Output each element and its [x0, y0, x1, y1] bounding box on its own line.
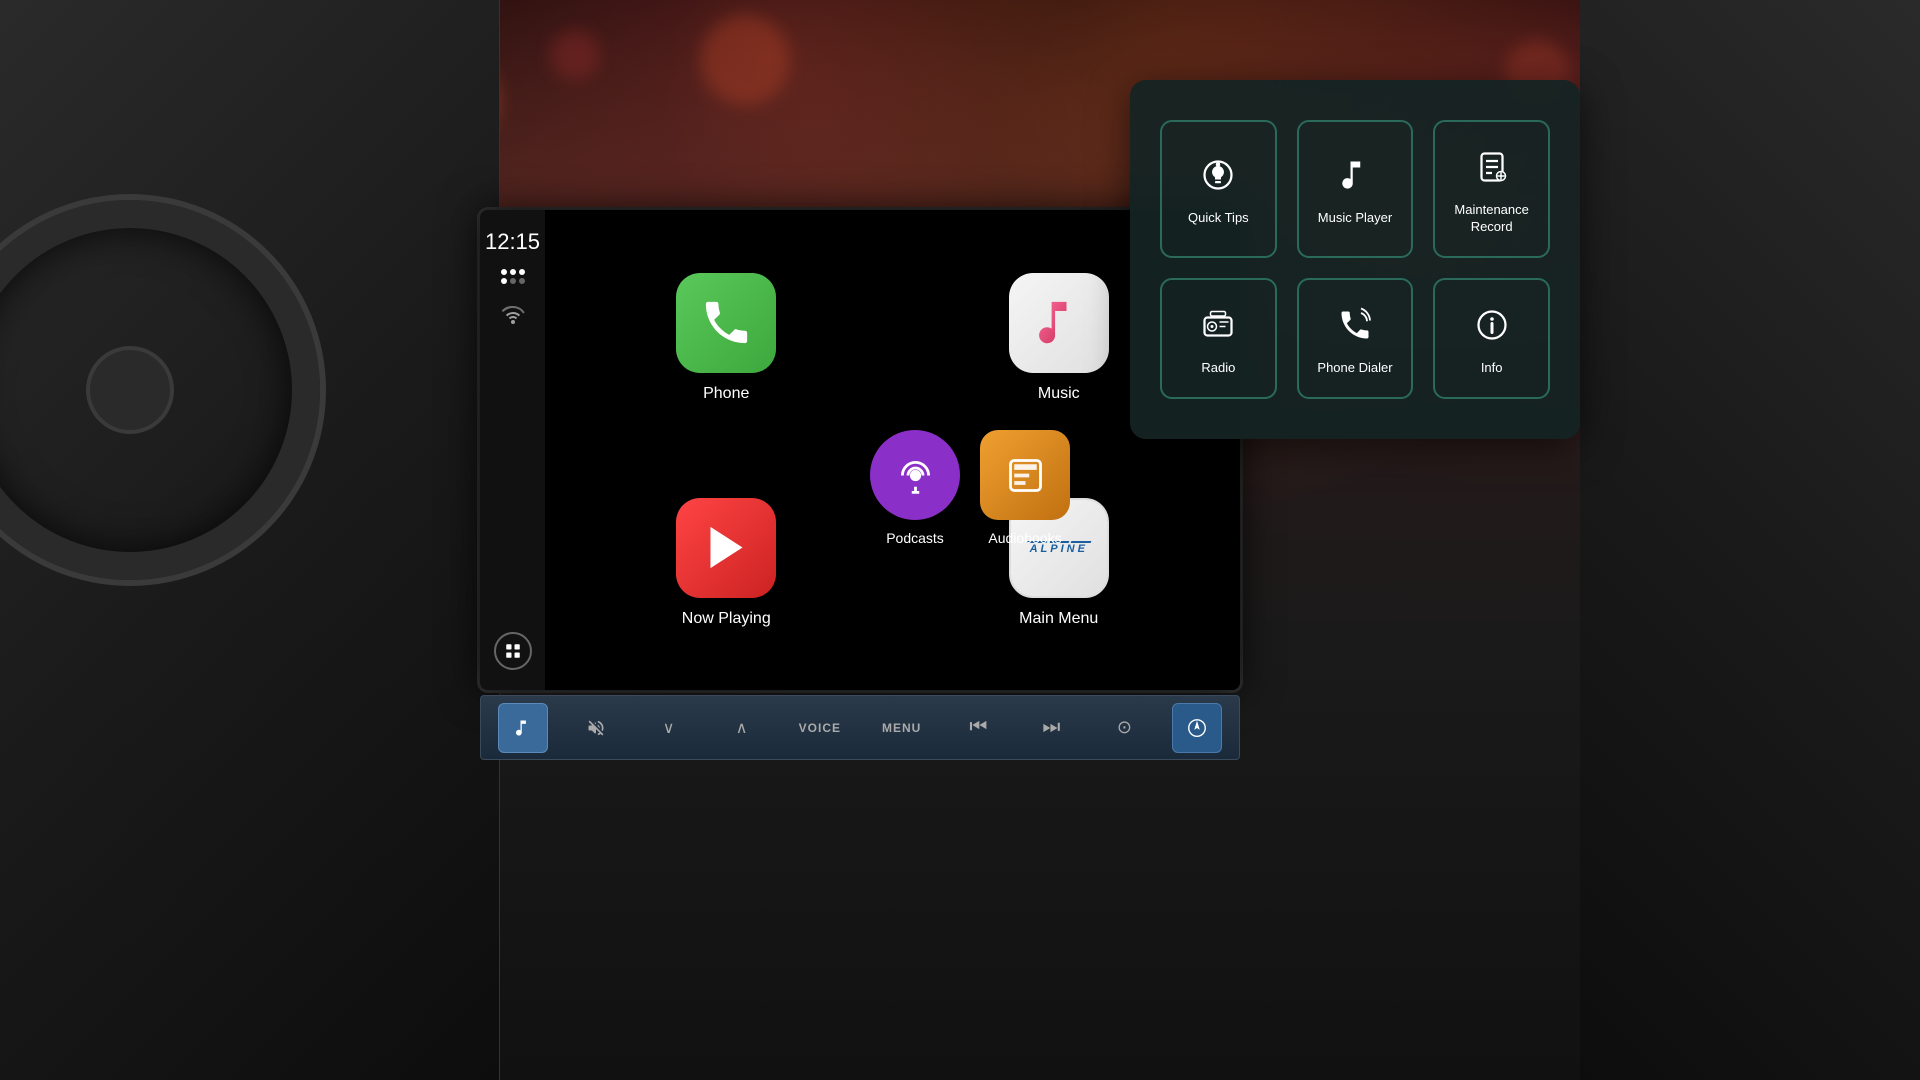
menu-phone-dialer[interactable]: Phone Dialer — [1297, 278, 1414, 399]
music-player-label: Music Player — [1318, 210, 1392, 227]
bokeh-4 — [550, 30, 600, 80]
ctrl-up[interactable]: ∧ — [717, 703, 767, 753]
steering-wheel — [0, 200, 320, 580]
ctrl-voice[interactable]: VOICE — [790, 703, 850, 753]
dashboard-left — [0, 0, 500, 1080]
main-menu-label: Main Menu — [1019, 610, 1098, 628]
phone-dialer-label: Phone Dialer — [1317, 360, 1392, 377]
phone-label: Phone — [703, 385, 749, 403]
radio-label: Radio — [1201, 360, 1235, 377]
phone-dialer-icon — [1330, 300, 1380, 350]
menu-maintenance-record[interactable]: Maintenance Record — [1433, 120, 1550, 258]
time-display: 12:15 — [485, 230, 540, 254]
phone-icon-bg — [676, 273, 776, 373]
screen-sidebar: 12:15 — [480, 210, 545, 690]
quick-tips-label: Quick Tips — [1188, 210, 1249, 227]
audiobooks-label: Audiobooks — [988, 530, 1061, 546]
menu-music-player[interactable]: Music Player — [1297, 120, 1414, 258]
app-audiobooks[interactable]: Audiobooks — [980, 430, 1070, 546]
menu-label: MENU — [882, 721, 921, 735]
home-button[interactable] — [494, 632, 532, 670]
quick-tips-icon — [1193, 150, 1243, 200]
music-icon-bg — [1009, 273, 1109, 373]
menu-radio[interactable]: Radio — [1160, 278, 1277, 399]
ctrl-next[interactable]: ⏭ — [1026, 703, 1076, 753]
menu-quick-tips[interactable]: Quick Tips — [1160, 120, 1277, 258]
ctrl-settings[interactable]: ⊙ — [1099, 703, 1149, 753]
app-phone[interactable]: Phone — [565, 230, 888, 445]
app-menu-overlay: Quick Tips Music Player — [1130, 80, 1580, 439]
infotainment-screen: 12:15 — [480, 210, 1240, 690]
ctrl-menu[interactable]: MENU — [873, 703, 930, 753]
control-bar: ∨ ∧ VOICE MENU ⏮ ⏭ ⊙ — [480, 695, 1240, 760]
ctrl-prev[interactable]: ⏮ — [953, 703, 1003, 753]
now-playing-label: Now Playing — [682, 610, 771, 628]
info-icon — [1467, 300, 1517, 350]
ctrl-mute[interactable] — [571, 703, 621, 753]
app-menu-grid: Quick Tips Music Player — [1160, 120, 1550, 399]
app-now-playing[interactable]: Now Playing — [565, 455, 888, 670]
now-playing-icon-bg — [676, 498, 776, 598]
music-player-icon — [1330, 150, 1380, 200]
audiobooks-icon — [980, 430, 1070, 520]
maintenance-record-label: Maintenance Record — [1445, 202, 1538, 236]
bokeh-5 — [700, 15, 790, 105]
dashboard-right — [1580, 0, 1920, 1080]
extra-apps-area: Podcasts Audiobooks — [870, 430, 1070, 546]
radio-icon — [1193, 300, 1243, 350]
menu-info[interactable]: Info — [1433, 278, 1550, 399]
ctrl-down[interactable]: ∨ — [644, 703, 694, 753]
app-podcasts[interactable]: Podcasts — [870, 430, 960, 546]
maintenance-record-icon — [1467, 142, 1517, 192]
music-label: Music — [1038, 385, 1080, 403]
voice-label: VOICE — [799, 721, 841, 735]
wifi-icon — [501, 304, 525, 330]
signal-dots — [501, 269, 525, 284]
info-label: Info — [1481, 360, 1503, 377]
podcasts-icon — [870, 430, 960, 520]
ctrl-nav[interactable] — [1172, 703, 1222, 753]
ctrl-music-source[interactable] — [498, 703, 548, 753]
podcasts-label: Podcasts — [886, 530, 944, 546]
